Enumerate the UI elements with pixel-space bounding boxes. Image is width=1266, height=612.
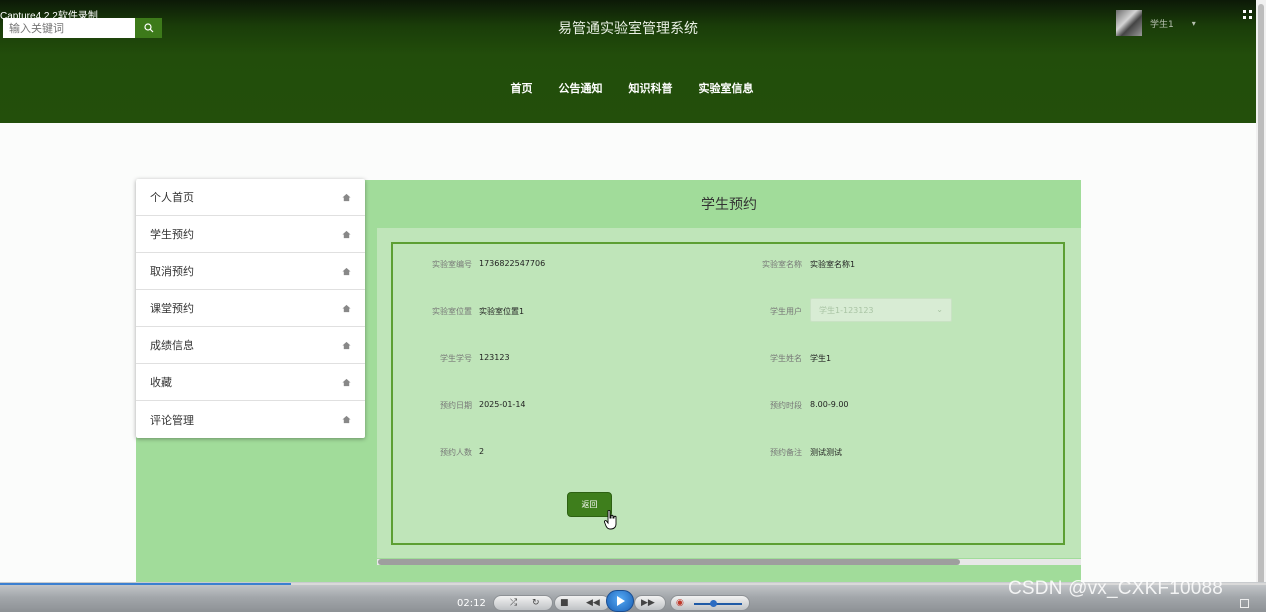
chevron-down-icon[interactable]: ▾ [1192, 19, 1196, 28]
student-no-value: 123123 [479, 353, 510, 362]
lab-no-label: 实验室编号 [432, 260, 472, 269]
home-icon [342, 415, 351, 424]
home-icon [342, 304, 351, 312]
sidebar-item-comments[interactable]: 评论管理 [136, 401, 365, 438]
sidebar-item-label: 课堂预约 [150, 302, 194, 315]
nav-lab-info[interactable]: 实验室信息 [699, 80, 754, 96]
volume-knob[interactable] [710, 600, 717, 607]
lab-location-value: 实验室位置1 [479, 307, 525, 316]
sidebar-item-grades[interactable]: 成绩信息 [136, 327, 365, 364]
sidebar-item-class-booking[interactable]: 课堂预约 [136, 290, 365, 327]
repeat-icon[interactable]: ↻ [532, 598, 540, 608]
user-name[interactable]: 学生1 [1150, 17, 1174, 30]
booking-note-label: 预约备注 [770, 448, 802, 457]
grid-menu-icon[interactable] [1243, 10, 1255, 22]
home-icon [342, 193, 351, 201]
student-user-label: 学生用户 [770, 307, 802, 316]
horizontal-scrollbar[interactable] [377, 559, 1081, 565]
booking-count-label: 预约人数 [440, 448, 472, 457]
sidebar-item-label: 评论管理 [150, 413, 194, 427]
play-icon [617, 596, 625, 606]
avatar[interactable] [1116, 10, 1142, 36]
nav-home[interactable]: 首页 [511, 80, 533, 96]
progress-fill [0, 583, 291, 585]
home-icon [342, 267, 351, 275]
playback-time: 02:12 [457, 598, 486, 609]
nav-knowledge[interactable]: 知识科普 [629, 80, 673, 96]
home-icon [342, 230, 351, 238]
volume-slider[interactable] [694, 603, 742, 605]
watermark: CSDN @vx_CXKF10088 [1008, 578, 1224, 599]
rewind-icon[interactable]: ◀◀ [586, 598, 600, 608]
sidebar-item-label: 成绩信息 [150, 339, 194, 352]
scrollbar-thumb[interactable] [378, 559, 960, 565]
lab-location-label: 实验室位置 [432, 307, 472, 316]
site-title: 易管通实验室管理系统 [558, 21, 698, 37]
student-no-label: 学生学号 [440, 354, 472, 363]
booking-period-value: 8.00-9.00 [810, 400, 849, 409]
sidebar-item-favorites[interactable]: 收藏 [136, 364, 365, 401]
booking-count-value: 2 [479, 447, 485, 456]
repeat-controls [493, 595, 553, 611]
booking-date-value: 2025-01-14 [479, 400, 526, 409]
sidebar-item-label: 收藏 [150, 376, 172, 389]
lab-no-value: 1736822547706 [479, 259, 546, 268]
sidebar-item-label: 个人首页 [150, 191, 194, 204]
home-icon [342, 378, 351, 386]
student-name-label: 学生姓名 [770, 354, 802, 363]
vertical-scrollbar[interactable] [1256, 0, 1266, 600]
scrollbar-thumb[interactable] [1258, 4, 1264, 594]
student-user-select[interactable]: 学生1-123123 ⌄ [810, 298, 952, 322]
play-button[interactable] [606, 590, 634, 612]
sidebar-item-profile[interactable]: 个人首页 [136, 179, 365, 216]
shuffle-icon[interactable]: ⤮ [510, 598, 517, 608]
fast-forward-icon[interactable]: ▶▶ [641, 598, 655, 608]
sidebar: 个人首页 学生预约 取消预约 课堂预约 成绩信息 收藏 评论管理 [136, 179, 365, 438]
speaker-icon[interactable]: ◉ [676, 598, 684, 608]
fullscreen-icon[interactable] [1240, 599, 1249, 608]
sidebar-item-student-booking[interactable]: 学生预约 [136, 216, 365, 253]
stop-icon[interactable]: ■ [560, 598, 569, 608]
booking-date-label: 预约日期 [440, 401, 472, 410]
sidebar-item-label: 学生预约 [150, 228, 194, 241]
nav-notices[interactable]: 公告通知 [559, 80, 603, 96]
student-user-value: 学生1-123123 [819, 305, 874, 315]
home-icon [342, 341, 351, 349]
site-header: Capture4.2.2软件录制 易管通实验室管理系统 学生1 ▾ 首页 公告通… [0, 0, 1256, 123]
lab-name-label: 实验室名称 [762, 260, 802, 269]
booking-period-label: 预约时段 [770, 401, 802, 410]
lab-name-value: 实验室名称1 [810, 260, 856, 269]
student-name-value: 学生1 [810, 354, 832, 363]
sidebar-item-label: 取消预约 [150, 265, 194, 278]
hand-cursor-icon [604, 510, 617, 530]
main-nav: 首页 公告通知 知识科普 实验室信息 [0, 80, 1256, 96]
chevron-down-icon: ⌄ [936, 305, 943, 314]
booking-form [391, 242, 1065, 545]
booking-note-value: 测试测试 [810, 448, 842, 457]
sidebar-item-cancel-booking[interactable]: 取消预约 [136, 253, 365, 290]
user-menu[interactable]: 学生1 ▾ [1116, 10, 1196, 36]
page-title: 学生预约 [701, 197, 757, 213]
